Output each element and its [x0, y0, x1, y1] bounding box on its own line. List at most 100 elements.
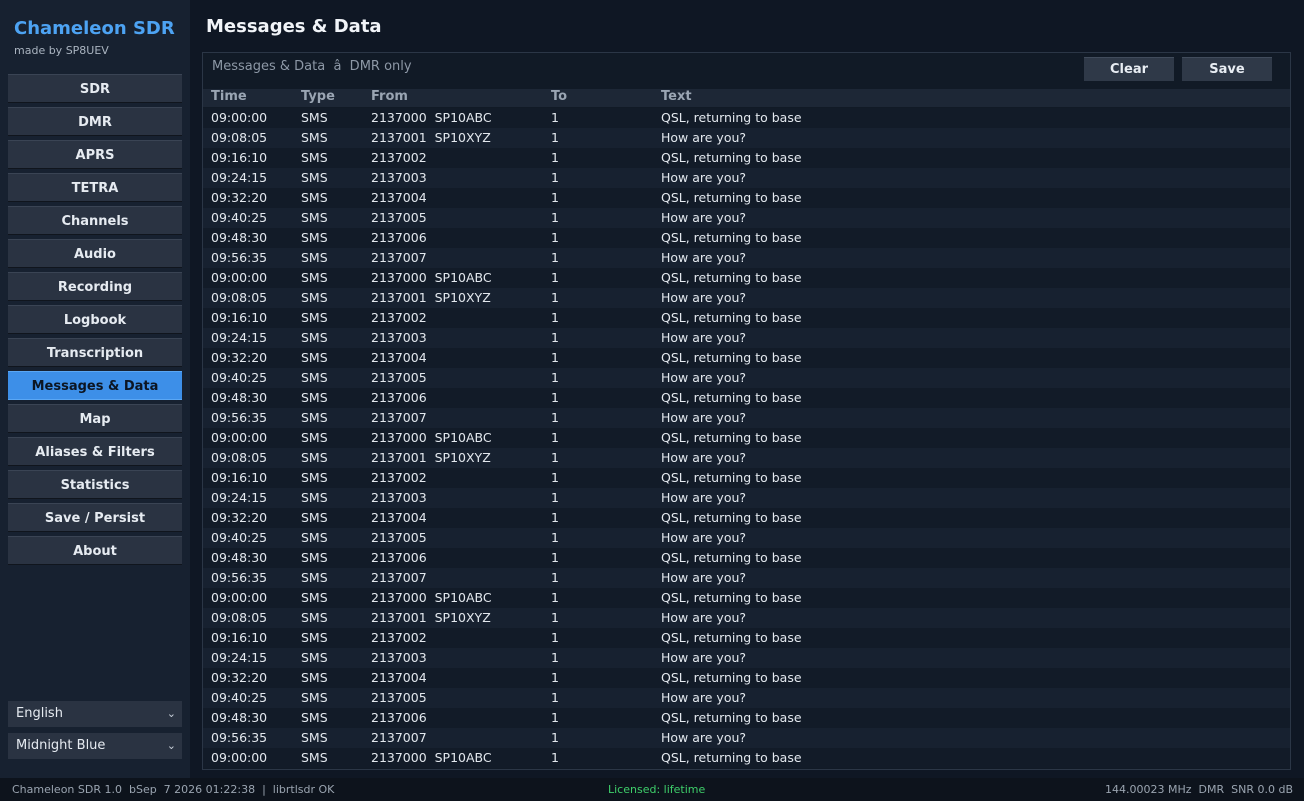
sidebar-item-aliases-filters[interactable]: Aliases & Filters	[8, 437, 182, 466]
table-row[interactable]: 09:56:35 SMS 2137007 1 How are you?	[203, 408, 1290, 428]
column-header-time[interactable]: Time	[211, 89, 247, 104]
table-row[interactable]: 09:48:30 SMS 2137006 1 QSL, returning to bas…	[203, 708, 1290, 728]
sidebar-item-tetra[interactable]: TETRA	[8, 173, 182, 202]
main-area: Messages & Data Messages & Data â DMR on…	[190, 0, 1304, 778]
cell-type: SMS	[301, 650, 328, 665]
table-row[interactable]: 09:08:05 SMS 2137001 SP10XYZ 1 How are you?	[203, 448, 1290, 468]
table-row[interactable]: 09:40:25 SMS 2137005 1 How are you?	[203, 368, 1290, 388]
cell-from: 2137004	[371, 510, 427, 525]
table-row[interactable]: 09:32:20 SMS 2137004 1 QSL, returning to bas…	[203, 348, 1290, 368]
sidebar-item-messages-data[interactable]: Messages & Data	[8, 371, 182, 400]
table-row[interactable]: 09:32:20 SMS 2137004 1 QSL, returning to bas…	[203, 188, 1290, 208]
clear-button[interactable]: Clear	[1084, 57, 1174, 81]
cell-text: How are you?	[661, 450, 747, 465]
cell-from: 2137006	[371, 710, 427, 725]
table-row[interactable]: 09:32:20 SMS 2137004 1 QSL, returning to bas…	[203, 508, 1290, 528]
sidebar-item-audio[interactable]: Audio	[8, 239, 182, 268]
table-row[interactable]: 09:16:10 SMS 2137002 1 QSL, returning to bas…	[203, 468, 1290, 488]
sidebar-item-aprs[interactable]: APRS	[8, 140, 182, 169]
cell-from: 2137007	[371, 410, 427, 425]
sidebar-item-transcription[interactable]: Transcription	[8, 338, 182, 367]
language-select[interactable]: English ⌄	[8, 701, 182, 727]
column-header-type[interactable]: Type	[301, 89, 335, 104]
cell-time: 09:48:30	[211, 230, 268, 245]
sidebar-item-dmr[interactable]: DMR	[8, 107, 182, 136]
status-version: Chameleon SDR 1.0 bSep 7 2026 01:22:38 |…	[12, 783, 335, 796]
table-row[interactable]: 09:48:30 SMS 2137006 1 QSL, returning to bas…	[203, 228, 1290, 248]
cell-to: 1	[551, 410, 559, 425]
sidebar-item-about[interactable]: About	[8, 536, 182, 565]
cell-type: SMS	[301, 710, 328, 725]
table-row[interactable]: 09:08:05 SMS 2137001 SP10XYZ 1 How are you?	[203, 288, 1290, 308]
cell-to: 1	[551, 550, 559, 565]
cell-text: QSL, returning to base	[661, 350, 802, 365]
column-header-text[interactable]: Text	[661, 89, 692, 104]
table-row[interactable]: 09:40:25 SMS 2137005 1 How are you?	[203, 528, 1290, 548]
cell-from: 2137001 SP10XYZ	[371, 290, 491, 305]
cell-text: How are you?	[661, 130, 747, 145]
cell-time: 09:00:00	[211, 110, 268, 125]
cell-time: 09:56:35	[211, 730, 268, 745]
sidebar-item-sdr[interactable]: SDR	[8, 74, 182, 103]
table-row[interactable]: 09:32:20 SMS 2137004 1 QSL, returning to bas…	[203, 668, 1290, 688]
table-row[interactable]: 09:16:10 SMS 2137002 1 QSL, returning to bas…	[203, 148, 1290, 168]
table-row[interactable]: 09:00:00 SMS 2137000 SP10ABC 1 QSL, returnin…	[203, 268, 1290, 288]
table-row[interactable]: 09:00:00 SMS 2137000 SP10ABC 1 QSL, returnin…	[203, 748, 1290, 768]
sidebar-item-channels[interactable]: Channels	[8, 206, 182, 235]
table-row[interactable]: 09:56:35 SMS 2137007 1 How are you?	[203, 728, 1290, 748]
save-button[interactable]: Save	[1182, 57, 1272, 81]
cell-text: How are you?	[661, 530, 747, 545]
table-row[interactable]: 09:08:05 SMS 2137001 SP10XYZ 1 How are you?	[203, 608, 1290, 628]
cell-time: 09:32:20	[211, 670, 268, 685]
cell-type: SMS	[301, 530, 328, 545]
table-row[interactable]: 09:00:00 SMS 2137000 SP10ABC 1 QSL, returnin…	[203, 588, 1290, 608]
cell-time: 09:32:20	[211, 510, 268, 525]
cell-from: 2137003	[371, 170, 427, 185]
sidebar-item-map[interactable]: Map	[8, 404, 182, 433]
table-row[interactable]: 09:08:05 SMS 2137001 SP10XYZ 1 How are you?	[203, 128, 1290, 148]
messages-panel: Messages & Data â DMR only Clear Save Ti…	[202, 52, 1291, 770]
column-header-from[interactable]: From	[371, 89, 408, 104]
cell-time: 09:56:35	[211, 410, 268, 425]
cell-from: 2137006	[371, 230, 427, 245]
sidebar-item-recording[interactable]: Recording	[8, 272, 182, 301]
table-row[interactable]: 09:56:35 SMS 2137007 1 How are you?	[203, 568, 1290, 588]
cell-to: 1	[551, 630, 559, 645]
cell-type: SMS	[301, 210, 328, 225]
table-row[interactable]: 09:48:30 SMS 2137006 1 QSL, returning to bas…	[203, 388, 1290, 408]
cell-time: 09:24:15	[211, 650, 268, 665]
sidebar-item-statistics[interactable]: Statistics	[8, 470, 182, 499]
table-row[interactable]: 09:24:15 SMS 2137003 1 How are you?	[203, 328, 1290, 348]
cell-type: SMS	[301, 150, 328, 165]
table-row[interactable]: 09:00:00 SMS 2137000 SP10ABC 1 QSL, returnin…	[203, 428, 1290, 448]
table-row[interactable]: 09:56:35 SMS 2137007 1 How are you?	[203, 248, 1290, 268]
cell-text: QSL, returning to base	[661, 110, 802, 125]
cell-to: 1	[551, 210, 559, 225]
cell-time: 09:48:30	[211, 550, 268, 565]
column-header-to[interactable]: To	[551, 89, 567, 104]
sidebar-item-save-persist[interactable]: Save / Persist	[8, 503, 182, 532]
cell-to: 1	[551, 530, 559, 545]
cell-to: 1	[551, 110, 559, 125]
cell-type: SMS	[301, 570, 328, 585]
cell-time: 09:16:10	[211, 630, 268, 645]
sidebar: Chameleon SDR made by SP8UEV SDR DMR APRS T…	[0, 0, 190, 778]
table-row[interactable]: 09:24:15 SMS 2137003 1 How are you?	[203, 488, 1290, 508]
sidebar-item-logbook[interactable]: Logbook	[8, 305, 182, 334]
table-row[interactable]: 09:16:10 SMS 2137002 1 QSL, returning to bas…	[203, 628, 1290, 648]
cell-text: How are you?	[661, 490, 747, 505]
cell-from: 2137005	[371, 530, 427, 545]
table-row[interactable]: 09:40:25 SMS 2137005 1 How are you?	[203, 688, 1290, 708]
table-row[interactable]: 09:24:15 SMS 2137003 1 How are you?	[203, 648, 1290, 668]
table-row[interactable]: 09:40:25 SMS 2137005 1 How are you?	[203, 208, 1290, 228]
cell-type: SMS	[301, 290, 328, 305]
table-row[interactable]: 09:16:10 SMS 2137002 1 QSL, returning to bas…	[203, 308, 1290, 328]
cell-text: QSL, returning to base	[661, 230, 802, 245]
table-row[interactable]: 09:48:30 SMS 2137006 1 QSL, returning to bas…	[203, 548, 1290, 568]
table-row[interactable]: 09:00:00 SMS 2137000 SP10ABC 1 QSL, returnin…	[203, 108, 1290, 128]
cell-to: 1	[551, 330, 559, 345]
cell-to: 1	[551, 450, 559, 465]
table-row[interactable]: 09:24:15 SMS 2137003 1 How are you?	[203, 168, 1290, 188]
theme-select[interactable]: Midnight Blue ⌄	[8, 733, 182, 759]
cell-type: SMS	[301, 130, 328, 145]
